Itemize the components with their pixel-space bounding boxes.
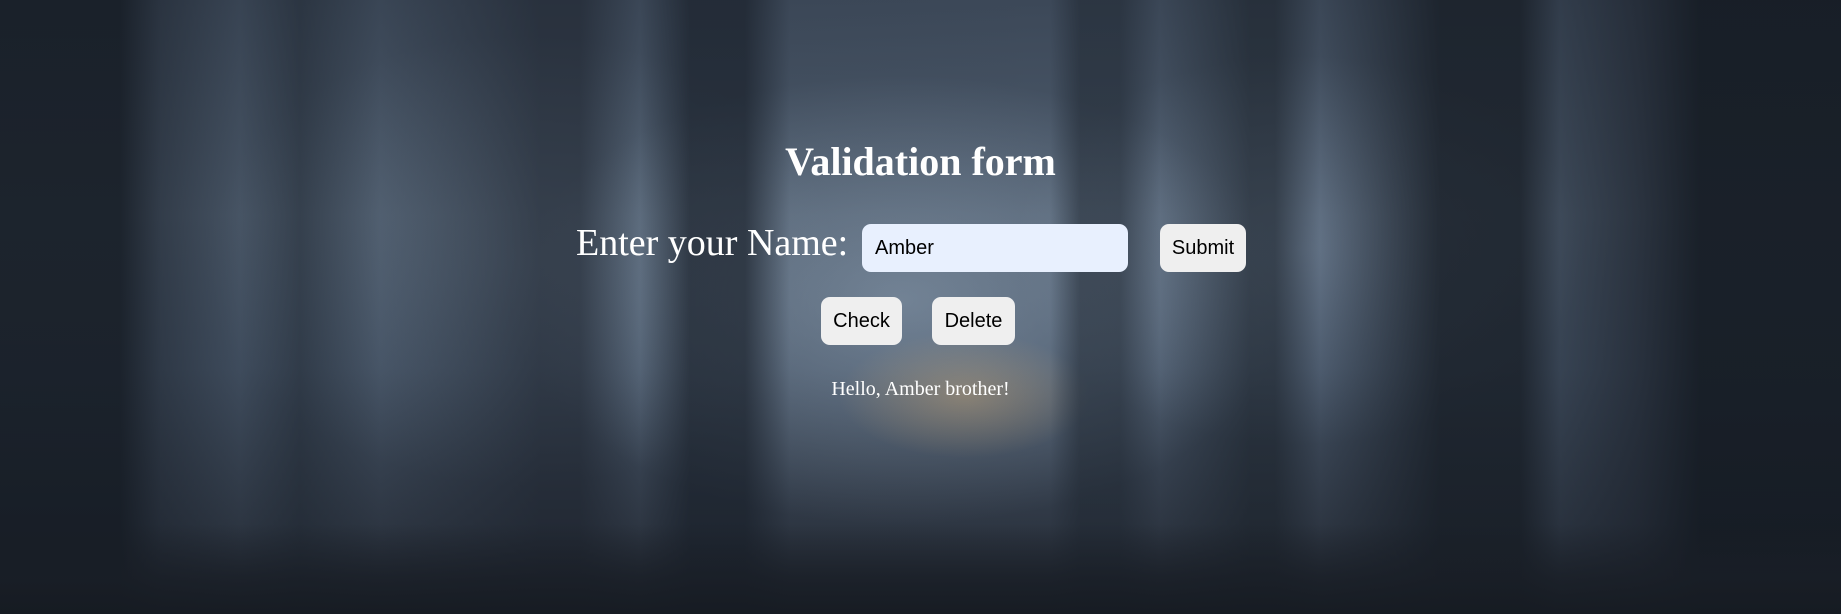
page-title: Validation form bbox=[785, 139, 1056, 184]
name-label: Enter your Name: bbox=[576, 222, 849, 264]
greeting-message: Hello, Amber brother! bbox=[831, 378, 1010, 400]
name-input[interactable] bbox=[862, 224, 1128, 272]
delete-button[interactable]: Delete bbox=[932, 297, 1015, 345]
check-button[interactable]: Check bbox=[821, 297, 902, 345]
validation-form-container: Validation form Enter your Name: Submit … bbox=[0, 0, 1841, 614]
submit-button[interactable]: Submit bbox=[1160, 224, 1246, 272]
